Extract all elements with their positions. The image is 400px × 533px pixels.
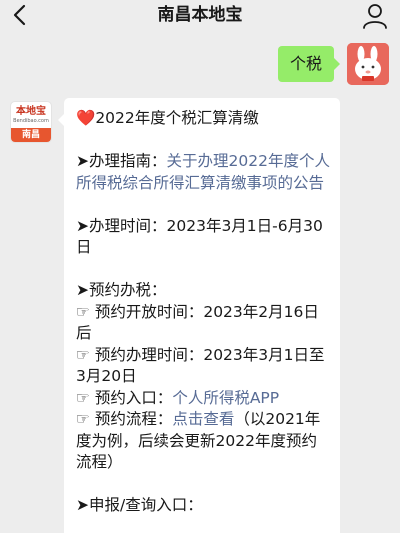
open-time-label: ☞ 预约开放时间：: [76, 302, 204, 321]
flow-label: ☞ 预约流程：: [76, 410, 173, 428]
account-logo-sub: Bendibao.com: [13, 118, 49, 124]
time-label: ➤办理时间：: [76, 216, 167, 235]
account-avatar[interactable]: 本地宝 Bendibao.com 南昌: [10, 101, 52, 143]
top-nav-bar: 南昌本地宝: [0, 0, 400, 32]
flow-line: ☞ 预约流程：点击查看（以2021年度为例，后续会更新2022年度预约流程）: [76, 409, 330, 474]
person-icon[interactable]: [360, 1, 390, 31]
handle-time-line: ☞ 预约办理时间：2023年3月1日至3月20日: [76, 345, 330, 388]
page-title: 南昌本地宝: [157, 5, 243, 25]
entry-label: ☞ 预约入口：: [76, 388, 173, 407]
message-title: 2022年度个税汇算清缴: [95, 109, 259, 127]
flow-link[interactable]: 点击查看: [172, 410, 234, 428]
report-label: ➤申报/查询入口：: [76, 496, 203, 514]
account-logo-text: 本地宝: [16, 106, 46, 117]
handle-time-label: ☞ 预约办理时间：: [76, 345, 204, 364]
guide-label: ➤办理指南：: [76, 152, 167, 170]
entry-link[interactable]: 个人所得税APP: [172, 389, 279, 407]
heart-icon: ❤️: [76, 109, 96, 127]
outgoing-message-bubble[interactable]: 个税: [278, 46, 341, 82]
incoming-message-bubble: ❤️2022年度个税汇算清缴 ➤办理指南：关于办理2022年度个人所得税综合所得…: [58, 98, 340, 533]
time-line: ➤办理时间：2023年3月1日-6月30日: [76, 216, 330, 259]
guide-line: ➤办理指南：关于办理2022年度个人所得税综合所得汇算清缴事项的公告: [76, 151, 330, 194]
message-title-line: ❤️2022年度个税汇算清缴: [76, 108, 330, 130]
outgoing-message-text: 个税: [290, 54, 323, 73]
cartoon-rabbit-icon: [347, 43, 389, 85]
entry-line: ☞ 预约入口：个人所得税APP: [76, 388, 330, 410]
user-avatar[interactable]: [347, 43, 389, 85]
appointment-label: ➤预约办税：: [76, 281, 167, 299]
open-time-line: ☞ 预约开放时间：2023年2月16日后: [76, 302, 330, 345]
account-city-badge: 南昌: [11, 128, 51, 142]
